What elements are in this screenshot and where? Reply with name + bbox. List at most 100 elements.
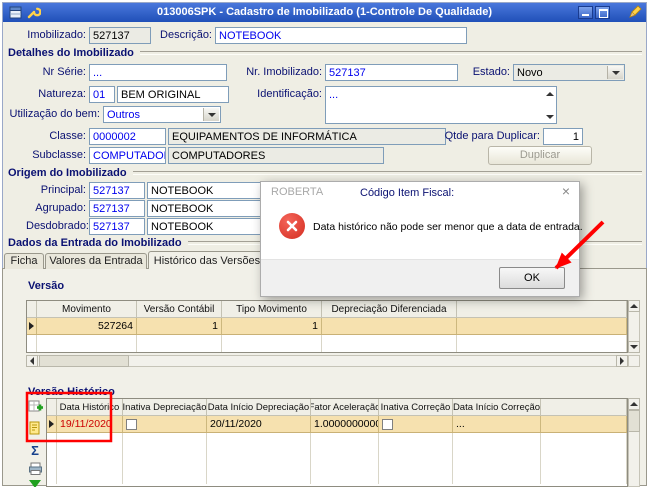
- estado-combo: Novo: [513, 64, 625, 81]
- tab-ficha[interactable]: Ficha: [4, 253, 44, 269]
- classe-desc-field: EQUIPAMENTOS DE INFORMÁTICA: [168, 128, 446, 145]
- column-header-filler: [457, 301, 627, 318]
- principal-code-field[interactable]: 527137: [89, 182, 145, 199]
- nr-imobilizado-field[interactable]: 527137: [325, 64, 458, 81]
- scrollbar-corner: [628, 355, 640, 367]
- versao-historico-grid: Data Histórico Inativa Depreciação Data …: [46, 398, 628, 487]
- maximize-icon: [599, 9, 608, 18]
- natureza-label: Natureza:: [38, 88, 86, 100]
- versao-vertical-scrollbar[interactable]: [628, 300, 640, 353]
- cell-data-historico[interactable]: 19/11/2020: [57, 416, 123, 432]
- dialog-footer: OK: [261, 259, 579, 296]
- origem-group-title: Origem do Imobilizado: [8, 166, 127, 179]
- desdobrado-code-field[interactable]: 527137: [89, 218, 145, 235]
- maximize-button[interactable]: [595, 6, 610, 19]
- column-header[interactable]: Depreciação Diferenciada: [322, 301, 457, 318]
- row-indicator-icon: [47, 416, 57, 432]
- historico-vertical-scrollbar[interactable]: [628, 398, 640, 487]
- minimize-icon: [582, 14, 589, 16]
- checkbox-unchecked[interactable]: [126, 418, 137, 430]
- detalhes-group-title: Detalhes do Imobilizado: [8, 46, 134, 59]
- classe-label: Classe:: [49, 130, 86, 142]
- versao-grid: Movimento Versão Contábil Tipo Movimento…: [26, 300, 628, 353]
- tab-valores-da-entrada[interactable]: Valores da Entrada: [45, 253, 147, 269]
- classe-code-field[interactable]: 0000002: [89, 128, 166, 145]
- column-header[interactable]: Inativa Correção: [379, 399, 453, 416]
- subclasse-label: Subclasse:: [32, 149, 86, 161]
- nr-imobilizado-label: Nr. Imobilizado:: [246, 66, 322, 78]
- scrollbar-thumb[interactable]: [628, 410, 640, 432]
- versao-selected-row[interactable]: 527264 1 1: [27, 318, 627, 335]
- column-header[interactable]: Data Início Depreciação: [207, 399, 311, 416]
- empty-row: [47, 467, 627, 484]
- scroll-up-icon[interactable]: [545, 89, 554, 98]
- agrupado-label: Agrupado:: [35, 202, 86, 214]
- dialog-close-icon[interactable]: ×: [562, 183, 570, 199]
- column-header[interactable]: Tipo Movimento: [222, 301, 322, 318]
- group-divider: [132, 170, 642, 175]
- edit-record-icon[interactable]: [27, 420, 43, 436]
- cell-inativa-correcao[interactable]: [379, 416, 453, 432]
- identificacao-memo[interactable]: ...: [325, 86, 557, 124]
- scroll-down-icon[interactable]: [628, 341, 640, 353]
- agrupado-code-field[interactable]: 527137: [89, 200, 145, 217]
- chevron-down-icon[interactable]: [203, 108, 219, 121]
- estado-label: Estado:: [472, 66, 510, 78]
- cell-depreciacao-diferenciada[interactable]: [322, 318, 457, 334]
- utilizacao-combo[interactable]: Outros: [103, 106, 221, 123]
- scroll-right-icon[interactable]: [616, 355, 628, 367]
- column-header[interactable]: Data Início Correção: [453, 399, 541, 416]
- versao-horizontal-scrollbar[interactable]: [26, 355, 628, 367]
- nr-serie-label: Nr Série:: [42, 66, 86, 78]
- subclasse-code-field[interactable]: COMPUTADORES: [89, 147, 166, 164]
- principal-label: Principal:: [40, 184, 86, 196]
- scroll-up-icon[interactable]: [628, 398, 640, 410]
- scrollbar-thumb[interactable]: [39, 355, 129, 367]
- sum-icon[interactable]: Σ: [27, 442, 43, 458]
- cell-data-inicio-correcao[interactable]: ...: [453, 416, 541, 432]
- cell-inativa-depreciacao[interactable]: [123, 416, 207, 432]
- window-title: 013006SPK - Cadastro de Imobilizado (1-C…: [157, 6, 492, 18]
- dialog-message: Data histórico não pode ser menor que a …: [313, 221, 583, 233]
- scroll-up-icon[interactable]: [628, 300, 640, 312]
- cell-movimento[interactable]: 527264: [37, 318, 137, 334]
- column-header[interactable]: Fator Aceleração: [311, 399, 379, 416]
- print-icon[interactable]: [27, 460, 43, 476]
- utilizacao-label: Utilização do bem:: [9, 108, 101, 120]
- column-header[interactable]: Inativa Depreciação: [123, 399, 207, 416]
- cell-fator-aceleracao[interactable]: 1.0000000000: [311, 416, 379, 432]
- ok-button[interactable]: OK: [499, 267, 565, 289]
- column-header[interactable]: Data Histórico: [57, 399, 123, 416]
- principal-desc-field: NOTEBOOK: [147, 182, 267, 199]
- scroll-left-icon[interactable]: [26, 355, 38, 367]
- scroll-down-icon[interactable]: [545, 112, 554, 121]
- estado-value: Novo: [517, 67, 543, 79]
- navigate-down-icon[interactable]: [27, 476, 43, 487]
- empty-row: [27, 335, 627, 352]
- tab-historico-das-versoes[interactable]: Histórico das Versões: [148, 251, 266, 269]
- cell-versao-contabil[interactable]: 1: [137, 318, 222, 334]
- checkbox-unchecked[interactable]: [382, 418, 393, 430]
- codigo-item-fiscal-label: Código Item Fiscal:: [360, 187, 455, 199]
- dialog-title: ROBERTA: [271, 186, 324, 198]
- qtde-duplicar-label: Qtde para Duplicar:: [444, 130, 540, 142]
- app-window: 013006SPK - Cadastro de Imobilizado (1-C…: [0, 0, 650, 487]
- utilizacao-value: Outros: [107, 109, 141, 121]
- nr-serie-field[interactable]: ...: [89, 64, 227, 81]
- versao-grid-header-row: Movimento Versão Contábil Tipo Movimento…: [27, 301, 627, 318]
- imobilizado-field: 527137: [89, 27, 151, 44]
- desdobrado-label: Desdobrado:: [26, 220, 89, 232]
- natureza-code-field[interactable]: 01: [89, 86, 115, 103]
- cell-tipo-movimento[interactable]: 1: [222, 318, 322, 334]
- historico-selected-row[interactable]: 19/11/2020 20/11/2020 1.0000000000 ...: [47, 416, 627, 433]
- descricao-field[interactable]: NOTEBOOK: [215, 27, 467, 44]
- qtde-duplicar-field[interactable]: 1: [543, 128, 583, 145]
- group-divider: [139, 50, 642, 55]
- edit-icon[interactable]: [627, 4, 642, 19]
- cell-data-inicio-depreciacao[interactable]: 20/11/2020: [207, 416, 311, 432]
- minimize-button[interactable]: [578, 6, 593, 19]
- column-header[interactable]: Movimento: [37, 301, 137, 318]
- insert-record-icon[interactable]: [27, 398, 43, 414]
- column-header[interactable]: Versão Contábil: [137, 301, 222, 318]
- historico-grid-header-row: Data Histórico Inativa Depreciação Data …: [47, 399, 627, 416]
